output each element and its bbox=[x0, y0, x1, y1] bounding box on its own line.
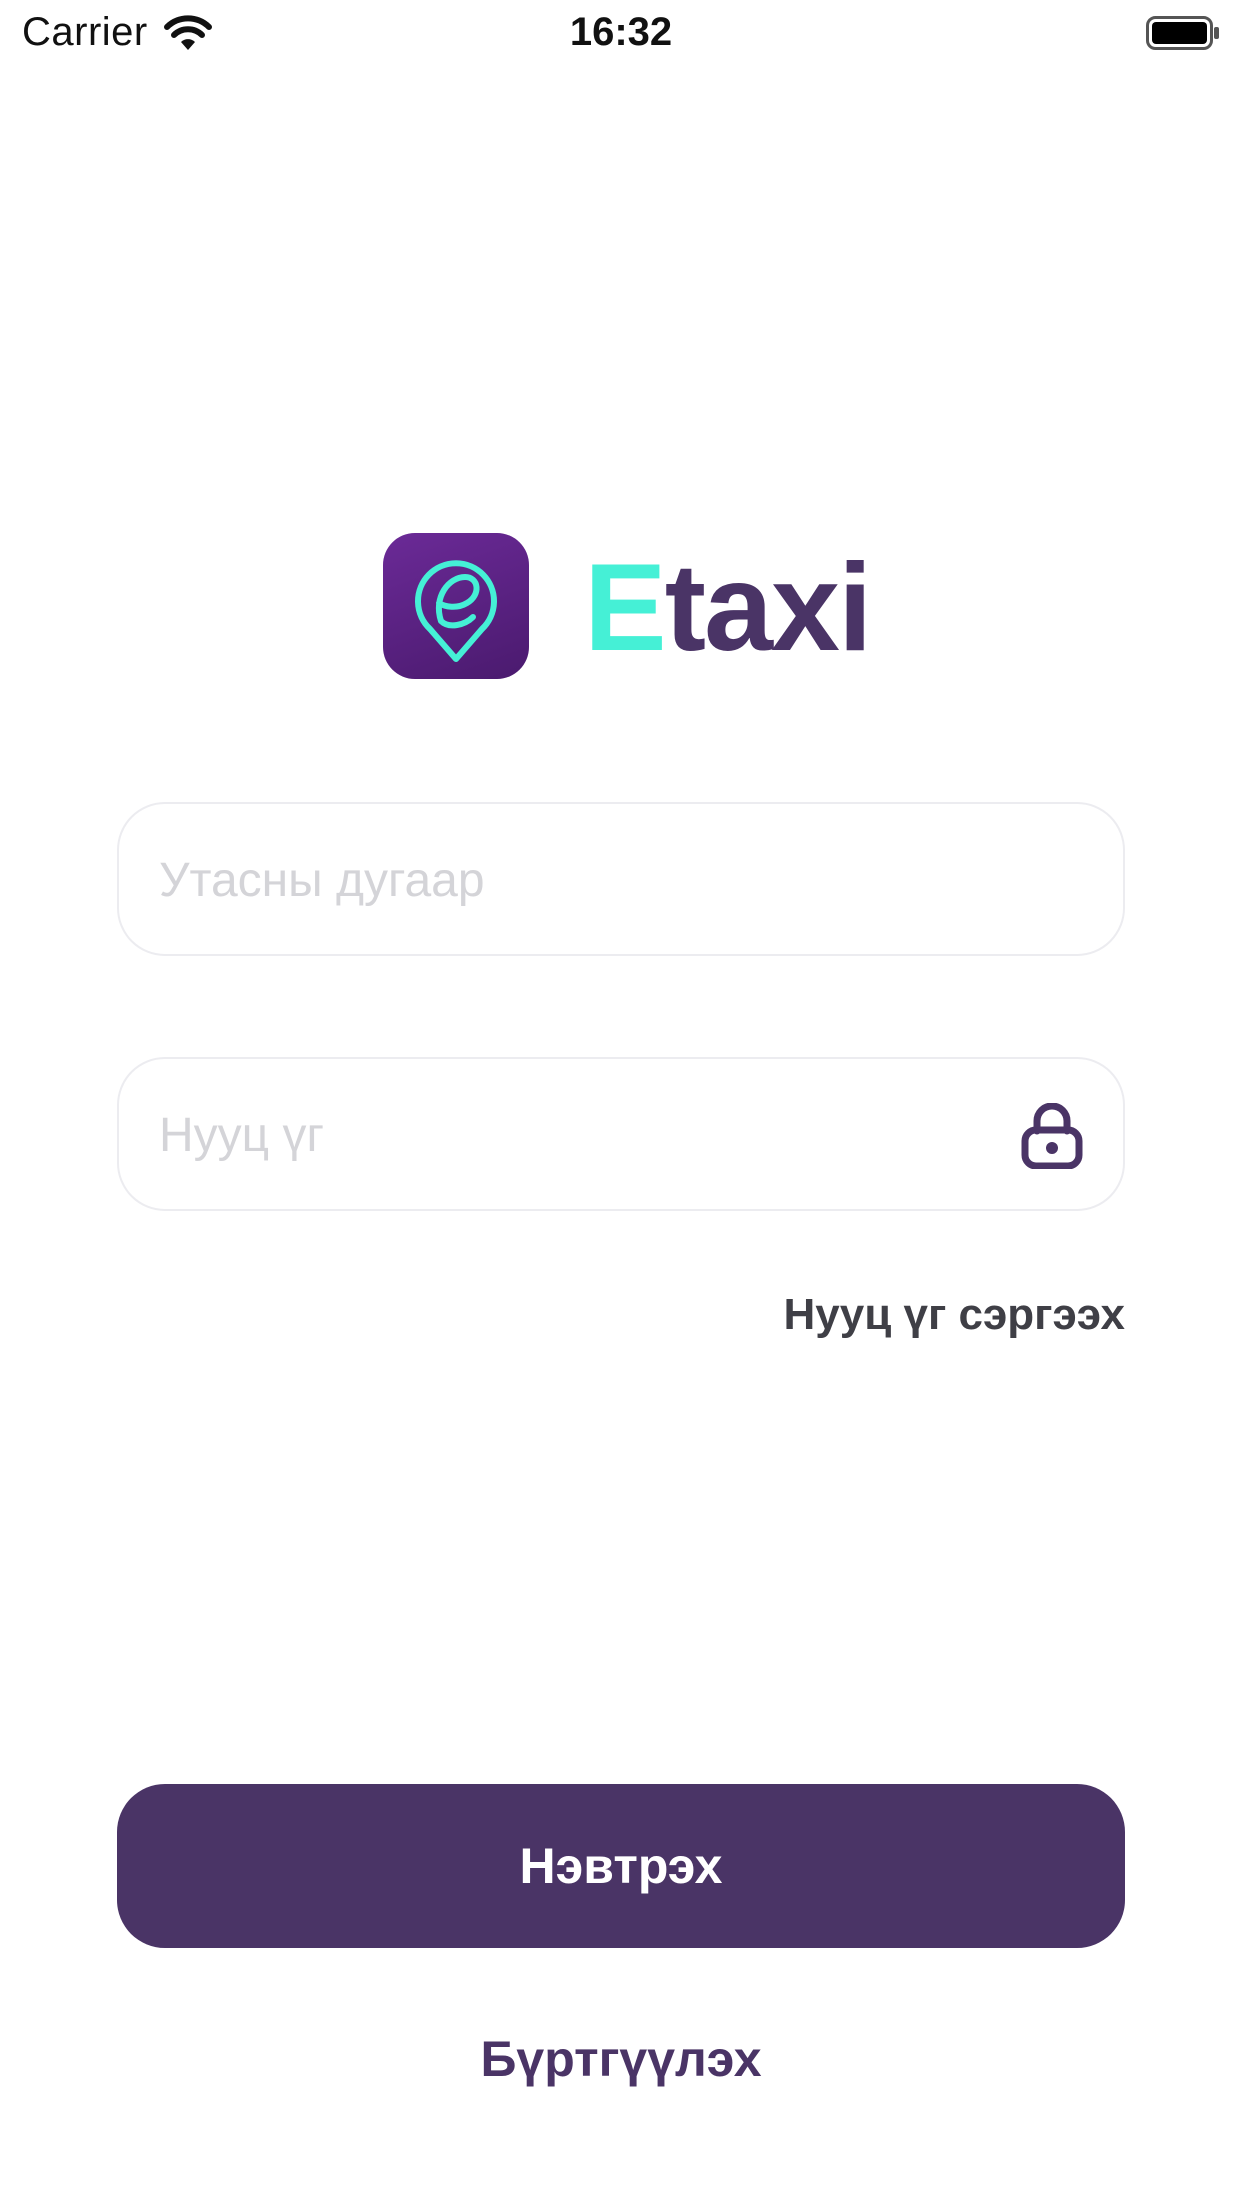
register-link[interactable]: Бүртгүүлэх bbox=[0, 2030, 1242, 2088]
phone-input[interactable] bbox=[157, 804, 1041, 956]
phone-field[interactable] bbox=[117, 802, 1125, 956]
battery-icon bbox=[1146, 16, 1220, 50]
login-button[interactable]: Нэвтрэх bbox=[117, 1784, 1125, 1948]
clock: 16:32 bbox=[569, 10, 673, 54]
brand-wordmark: Etaxi bbox=[584, 538, 873, 678]
map-pin-e-icon bbox=[415, 560, 497, 662]
status-bar: Carrier 16:32 bbox=[0, 0, 1242, 66]
app-logo bbox=[383, 533, 529, 679]
lock-icon[interactable] bbox=[1021, 1102, 1083, 1174]
password-input[interactable] bbox=[157, 1059, 1041, 1211]
brand-accent-letter: E bbox=[584, 539, 667, 677]
forgot-password-link[interactable]: Нууц үг сэргээх bbox=[784, 1290, 1125, 1340]
brand-rest: taxi bbox=[664, 539, 873, 677]
password-field[interactable] bbox=[117, 1057, 1125, 1211]
